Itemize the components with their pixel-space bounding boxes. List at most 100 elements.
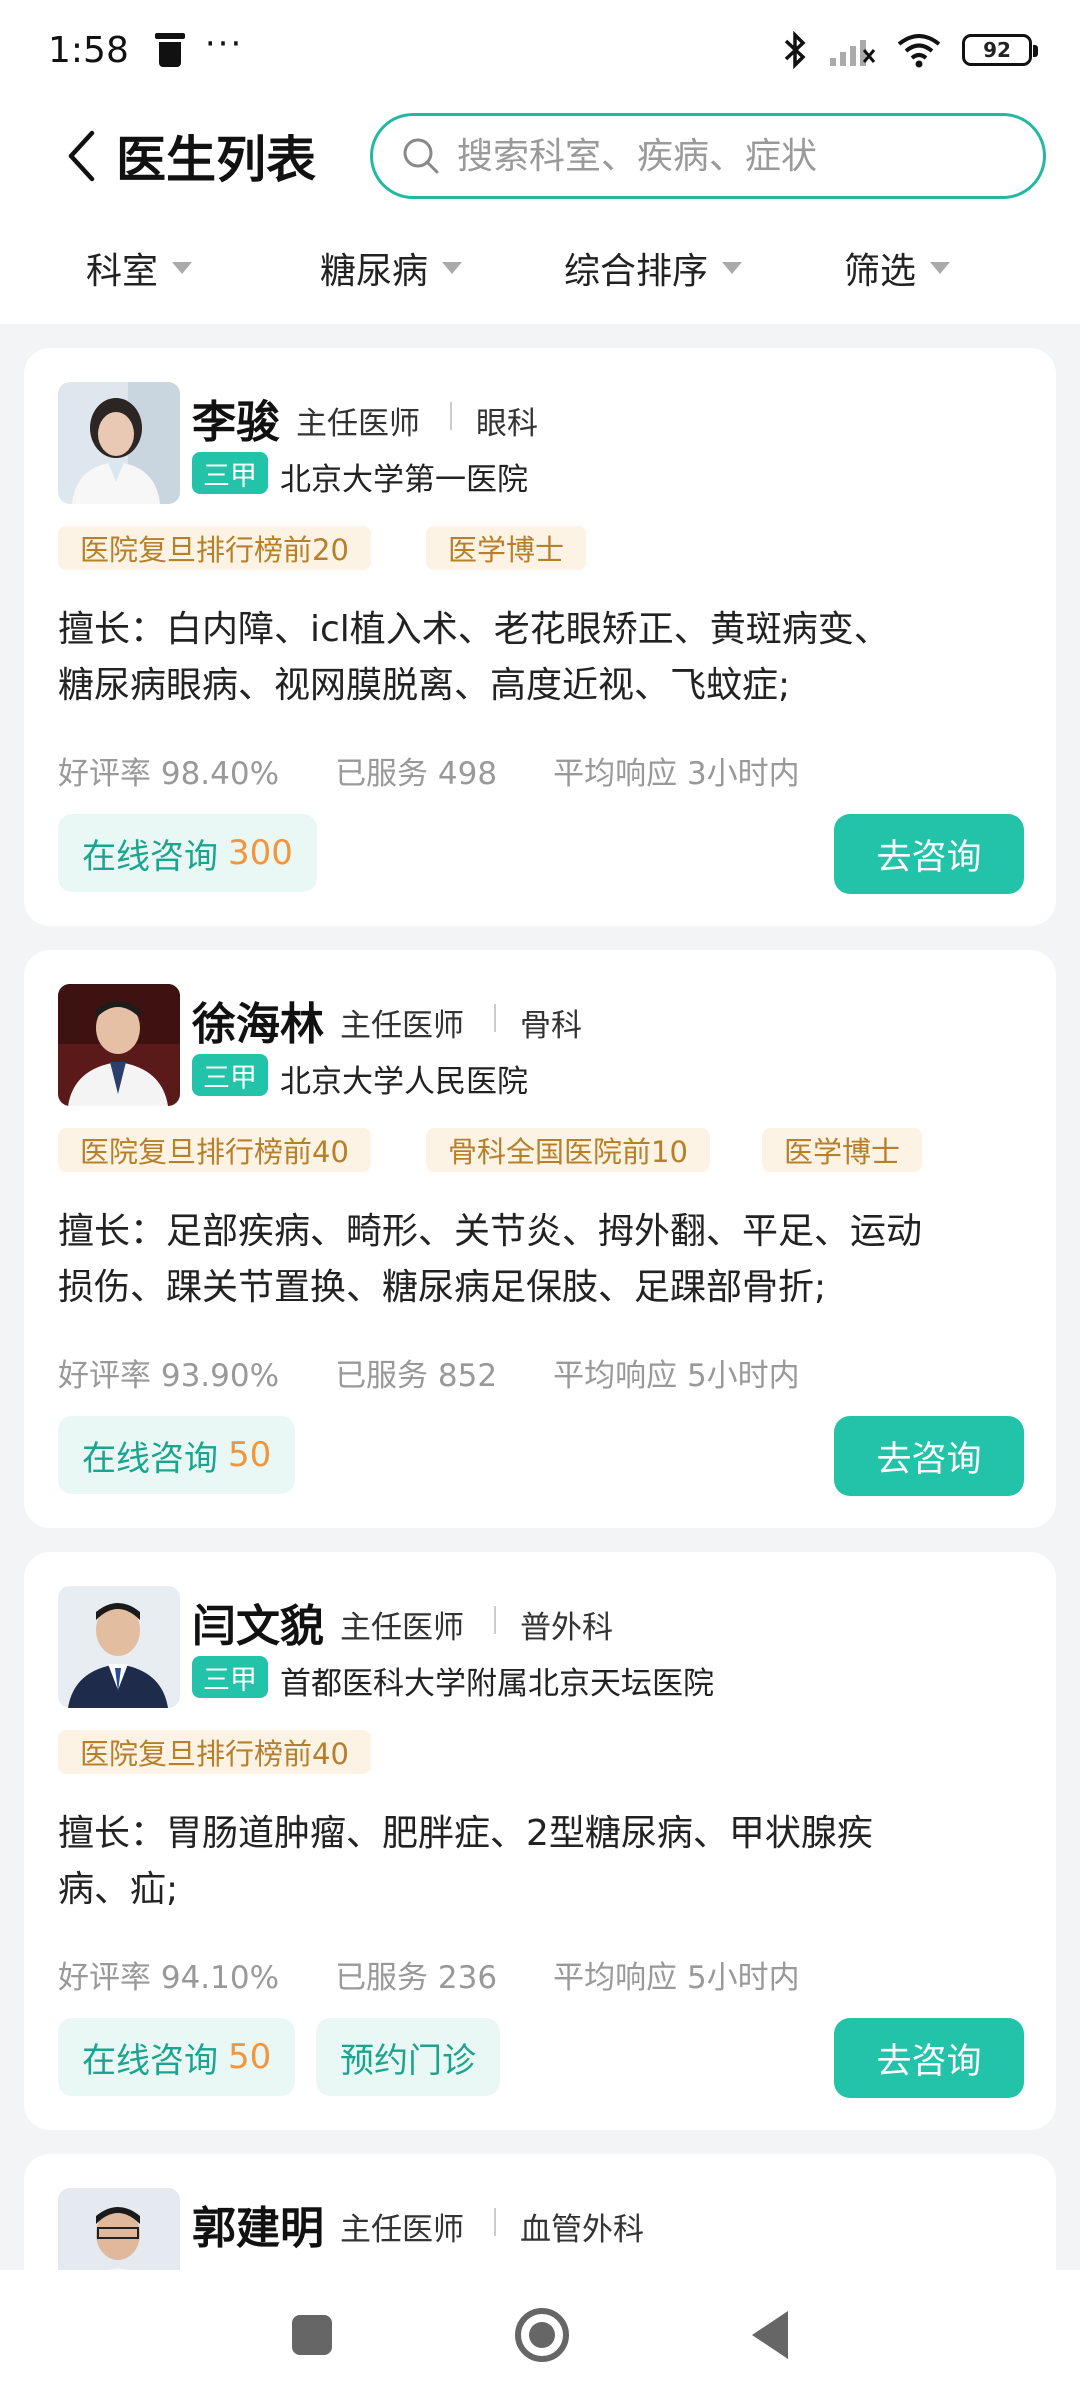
doctor-card[interactable]: 徐海林 主任医师 骨科 三甲 北京大学人民医院 医院复旦排行榜前40 骨科全国医… bbox=[24, 950, 1056, 1528]
response-time: 平均响应 5小时内 bbox=[553, 1358, 800, 1394]
doctor-department: 血管外科 bbox=[520, 2212, 644, 2248]
caret-down-icon bbox=[930, 262, 951, 274]
wifi-icon bbox=[897, 34, 941, 68]
rating: 好评率 98.40% bbox=[58, 756, 280, 792]
doctor-tag: 医院复旦排行榜前40 bbox=[58, 1730, 371, 1774]
doctor-department: 普外科 bbox=[520, 1610, 613, 1646]
status-time: 1:58 bbox=[48, 29, 129, 71]
battery-level: 92 bbox=[983, 38, 1011, 62]
more-notifications-icon: ··· bbox=[204, 24, 244, 64]
divider bbox=[494, 2208, 496, 2236]
consult-button[interactable]: 去咨询 bbox=[834, 2018, 1024, 2098]
filter-more[interactable]: 筛选 bbox=[844, 242, 951, 294]
search-box[interactable] bbox=[370, 113, 1046, 199]
doctor-stats: 好评率 93.90% 已服务 852 平均响应 5小时内 bbox=[58, 1350, 856, 1395]
doctor-title: 主任医师 bbox=[296, 406, 420, 442]
doctor-stats: 好评率 94.10% 已服务 236 平均响应 5小时内 bbox=[58, 1952, 856, 1997]
doctor-tag: 骨科全国医院前10 bbox=[426, 1128, 710, 1172]
recents-button[interactable] bbox=[291, 2315, 332, 2355]
doctor-name: 郭建明 bbox=[192, 2203, 324, 2254]
response-time: 平均响应 3小时内 bbox=[553, 756, 800, 792]
doctor-department: 眼科 bbox=[476, 406, 538, 442]
online-consult-chip[interactable]: 在线咨询 50 bbox=[58, 2018, 296, 2096]
specialty-line: 擅长：胃肠道肿瘤、肥胖症、2型糖尿病、甲状腺疾 bbox=[58, 1813, 873, 1854]
served-count: 已服务 852 bbox=[335, 1358, 498, 1394]
filter-department[interactable]: 科室 bbox=[86, 242, 193, 294]
rating: 好评率 93.90% bbox=[58, 1358, 280, 1394]
hospital-grade-badge: 三甲 bbox=[192, 452, 268, 494]
online-consult-chip[interactable]: 在线咨询 300 bbox=[58, 814, 317, 892]
trash-icon bbox=[154, 33, 185, 67]
filter-bar: 科室 糖尿病 综合排序 筛选 bbox=[0, 212, 1080, 324]
consult-button[interactable]: 去咨询 bbox=[834, 814, 1024, 894]
filter-label: 科室 bbox=[86, 251, 159, 292]
consult-price: 50 bbox=[228, 2037, 272, 2077]
consult-button[interactable]: 去咨询 bbox=[834, 1416, 1024, 1496]
doctor-name: 徐海林 bbox=[192, 999, 324, 1050]
divider bbox=[494, 1004, 496, 1032]
rating: 好评率 94.10% bbox=[58, 1960, 280, 1996]
search-icon bbox=[403, 138, 439, 174]
doctor-title: 主任医师 bbox=[340, 2212, 464, 2248]
consult-label: 在线咨询 bbox=[82, 836, 218, 877]
specialty-line: 擅长：白内障、icl植入术、老花眼矫正、黄斑病变、 bbox=[58, 609, 890, 650]
doctor-stats: 好评率 98.40% 已服务 498 平均响应 3小时内 bbox=[58, 748, 856, 793]
search-input[interactable] bbox=[457, 135, 1017, 177]
back-nav-button[interactable] bbox=[752, 2311, 789, 2359]
cellular-signal-icon bbox=[830, 40, 876, 66]
doctor-avatar bbox=[58, 382, 180, 504]
hospital-name: 北京大学人民医院 bbox=[280, 1064, 528, 1100]
doctor-tag: 医院复旦排行榜前40 bbox=[58, 1128, 371, 1172]
filter-label: 筛选 bbox=[844, 251, 917, 292]
specialty-line: 糖尿病眼病、视网膜脱离、高度近视、飞蚊症; bbox=[58, 665, 791, 706]
doctor-name: 李骏 bbox=[192, 397, 280, 448]
divider bbox=[450, 402, 452, 430]
hospital-name: 北京大学第一医院 bbox=[280, 462, 528, 498]
hospital-grade-badge: 三甲 bbox=[192, 1656, 268, 1698]
served-count: 已服务 236 bbox=[335, 1960, 498, 1996]
doctor-tag: 医学博士 bbox=[762, 1128, 923, 1172]
header: 医生列表 bbox=[0, 100, 1080, 212]
doctor-avatar bbox=[58, 1586, 180, 1708]
specialty-line: 病、疝; bbox=[58, 1869, 179, 1910]
bluetooth-icon bbox=[784, 30, 806, 70]
filter-label: 综合排序 bbox=[564, 251, 709, 292]
doctor-name: 闫文貌 bbox=[192, 1601, 324, 1652]
doctor-department: 骨科 bbox=[520, 1008, 582, 1044]
caret-down-icon bbox=[722, 262, 743, 274]
doctor-avatar bbox=[58, 984, 180, 1106]
doctor-title: 主任医师 bbox=[340, 1008, 464, 1044]
chevron-left-icon bbox=[68, 130, 95, 182]
doctor-specialty: 擅长：胃肠道肿瘤、肥胖症、2型糖尿病、甲状腺疾 病、疝; bbox=[58, 1806, 1038, 1918]
hospital-name: 首都医科大学附属北京天坛医院 bbox=[280, 1666, 714, 1702]
filter-label: 糖尿病 bbox=[320, 251, 429, 292]
doctor-tag: 医院复旦排行榜前20 bbox=[58, 526, 371, 570]
back-button[interactable] bbox=[56, 126, 106, 186]
response-time: 平均响应 5小时内 bbox=[553, 1960, 800, 1996]
consult-label: 在线咨询 bbox=[82, 1438, 218, 1479]
hospital-grade-badge: 三甲 bbox=[192, 1054, 268, 1096]
home-button[interactable] bbox=[514, 2308, 569, 2362]
served-count: 已服务 498 bbox=[335, 756, 498, 792]
doctor-title: 主任医师 bbox=[340, 1610, 464, 1646]
online-consult-chip[interactable]: 在线咨询 50 bbox=[58, 1416, 296, 1494]
doctor-card[interactable]: 李骏 主任医师 眼科 三甲 北京大学第一医院 医院复旦排行榜前20 医学博士 擅… bbox=[24, 348, 1056, 926]
divider bbox=[494, 1606, 496, 1634]
system-nav-bar bbox=[0, 2270, 1080, 2400]
caret-down-icon bbox=[442, 262, 463, 274]
appointment-chip[interactable]: 预约门诊 bbox=[316, 2018, 500, 2096]
doctor-specialty: 擅长：足部疾病、畸形、关节炎、拇外翻、平足、运动 损伤、踝关节置换、糖尿病足保肢… bbox=[58, 1204, 1038, 1316]
doctor-tag: 医学博士 bbox=[426, 526, 587, 570]
filter-disease[interactable]: 糖尿病 bbox=[320, 242, 463, 294]
caret-down-icon bbox=[172, 262, 193, 274]
consult-price: 50 bbox=[228, 1435, 272, 1475]
doctor-card[interactable]: 闫文貌 主任医师 普外科 三甲 首都医科大学附属北京天坛医院 医院复旦排行榜前4… bbox=[24, 1552, 1056, 2130]
battery-icon: 92 bbox=[962, 34, 1038, 66]
filter-sort[interactable]: 综合排序 bbox=[564, 242, 743, 294]
specialty-line: 损伤、踝关节置换、糖尿病足保肢、足踝部骨折; bbox=[58, 1267, 827, 1308]
consult-price: 300 bbox=[228, 833, 293, 873]
consult-label: 在线咨询 bbox=[82, 2040, 218, 2081]
doctor-specialty: 擅长：白内障、icl植入术、老花眼矫正、黄斑病变、 糖尿病眼病、视网膜脱离、高度… bbox=[58, 602, 1038, 714]
page-title: 医生列表 bbox=[116, 131, 316, 189]
status-bar: 1:58 ··· 92 bbox=[0, 0, 1080, 100]
